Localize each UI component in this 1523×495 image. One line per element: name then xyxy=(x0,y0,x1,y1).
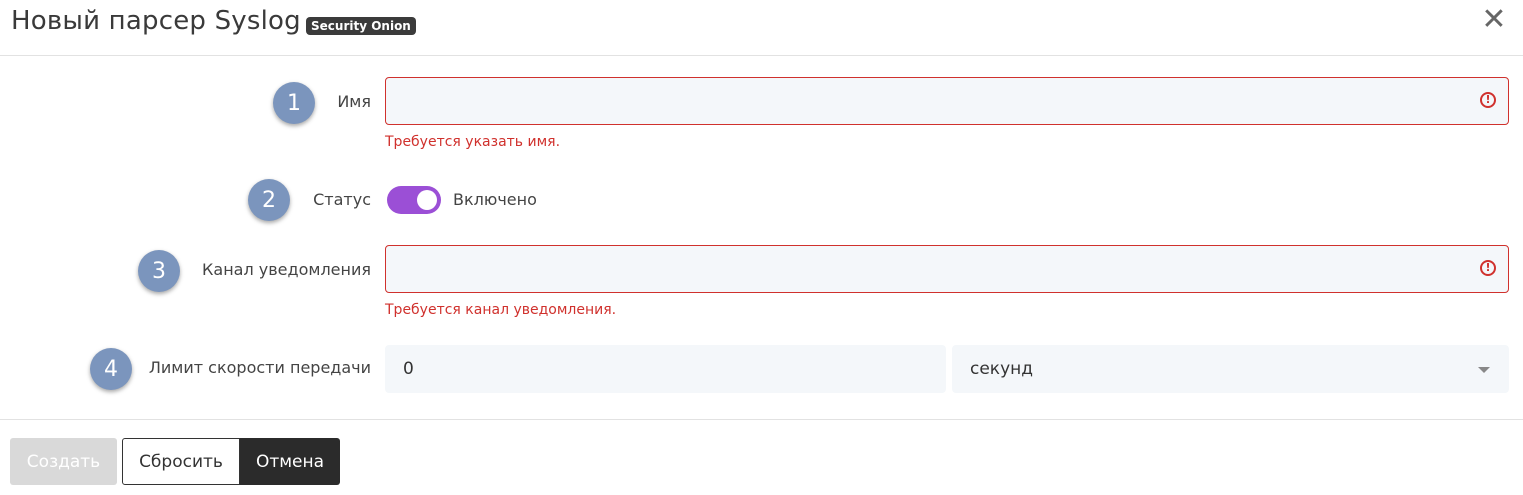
step-badge-4: 4 xyxy=(90,348,132,390)
step-badge-2: 2 xyxy=(248,179,290,221)
footer-divider xyxy=(0,419,1523,420)
status-toggle[interactable] xyxy=(387,186,441,214)
rate-unit-value: секунд xyxy=(970,359,1034,379)
cancel-button[interactable]: Отмена xyxy=(240,438,340,485)
rate-unit-select[interactable]: секунд xyxy=(952,345,1509,393)
dialog-header: Новый парсер Syslog Security Onion ✕ xyxy=(0,0,1523,56)
reset-button[interactable]: Сбросить xyxy=(122,438,240,485)
status-state-text: Включено xyxy=(453,190,537,209)
name-error-message: Требуется указать имя. xyxy=(385,134,561,150)
channel-error-message: Требуется канал уведомления. xyxy=(385,302,617,318)
chevron-down-icon xyxy=(1478,367,1490,373)
exclamation-circle-icon: ! xyxy=(1480,260,1496,276)
name-label: Имя xyxy=(337,92,371,111)
close-icon[interactable]: ✕ xyxy=(1480,5,1508,35)
step-badge-3: 3 xyxy=(138,250,180,292)
source-badge: Security Onion xyxy=(306,17,416,35)
channel-label: Канал уведомления xyxy=(202,260,371,279)
name-input[interactable]: ! xyxy=(385,77,1509,125)
toggle-knob xyxy=(417,190,437,210)
step-badge-1: 1 xyxy=(273,82,315,124)
status-label: Статус xyxy=(313,190,371,209)
channel-input[interactable]: ! xyxy=(385,245,1509,293)
rate-limit-input[interactable]: 0 xyxy=(385,345,946,393)
create-button[interactable]: Создать xyxy=(10,438,117,485)
rate-limit-label: Лимит скорости передачи xyxy=(148,358,371,377)
dialog-title: Новый парсер Syslog xyxy=(11,6,301,36)
exclamation-circle-icon: ! xyxy=(1480,92,1496,108)
